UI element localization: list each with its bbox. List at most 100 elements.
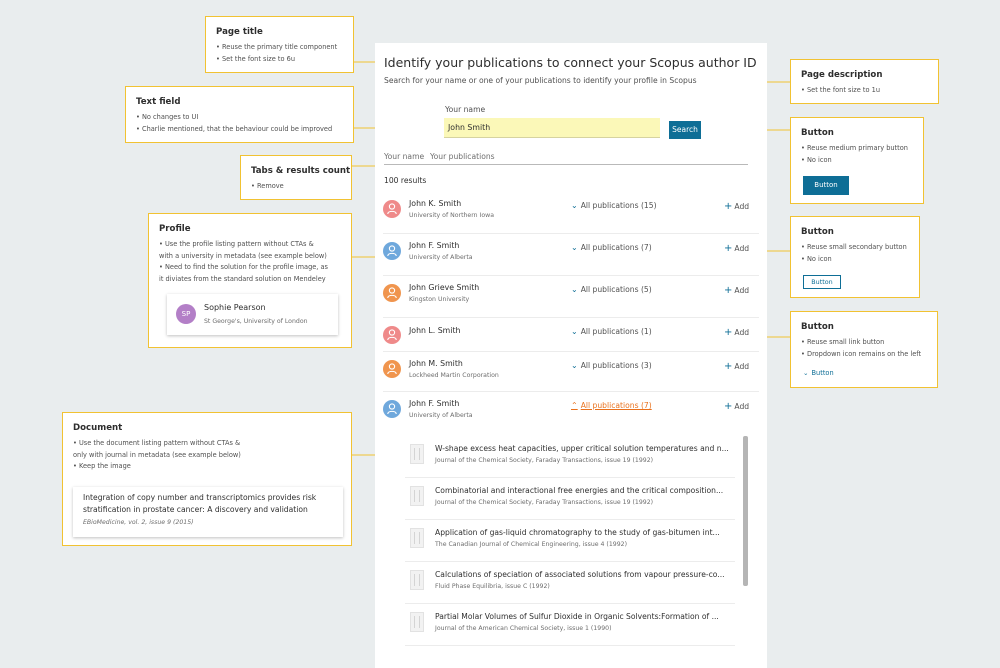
annotation-note: • No icon <box>801 155 832 164</box>
all-publications-label: All publications (5) <box>580 285 652 294</box>
document-title: Partial Molar Volumes of Sulfur Dioxide … <box>435 612 719 621</box>
annotation-note: • Need to find the solution for the prof… <box>159 263 328 271</box>
avatar <box>383 242 401 260</box>
annotation-title: Tabs & results count <box>251 166 351 176</box>
profile-affiliation: Kingston University <box>409 296 470 303</box>
document-thumbnail-icon <box>410 570 424 590</box>
annotation-notes: • Reuse the primary title component • Se… <box>216 42 337 65</box>
annotation-button-secondary: Button • Reuse small secondary button • … <box>790 216 920 298</box>
user-icon <box>387 245 397 257</box>
avatar <box>383 326 401 344</box>
profile-name[interactable]: John M. Smith <box>409 359 463 368</box>
annotation-note: • Reuse small link button <box>801 338 885 346</box>
search-button[interactable]: Search <box>669 121 701 139</box>
profile-name[interactable]: John F. Smith <box>409 241 459 250</box>
document-item[interactable]: Application of gas-liquid chromatography… <box>405 520 741 562</box>
tab-your-name[interactable]: Your name <box>384 152 424 161</box>
plus-icon: + <box>724 327 733 338</box>
annotation-note: with a university in metadata (see examp… <box>159 251 327 260</box>
annotation-title: Button <box>801 322 834 332</box>
profile-name[interactable]: John K. Smith <box>409 199 461 208</box>
avatar <box>383 360 401 378</box>
all-publications-label: All publications (15) <box>580 201 657 210</box>
example-document-source: EBioMedicine, vol. 2, issue 9 (2015) <box>83 519 194 526</box>
publication-list: W-shape excess heat capacities, upper cr… <box>405 436 750 668</box>
add-label: Add <box>734 362 750 371</box>
add-label: Add <box>734 328 750 337</box>
user-icon <box>387 363 397 375</box>
profile-name[interactable]: John F. Smith <box>409 399 459 408</box>
add-label: Add <box>734 286 750 295</box>
name-input[interactable]: John Smith <box>444 118 660 138</box>
document-title: Combinatorial and interactional free ene… <box>435 486 724 495</box>
all-publications-button[interactable]: ⌄ All publications (1) <box>571 327 652 336</box>
add-button[interactable]: + Add <box>724 201 749 212</box>
document-thumbnail-icon <box>410 486 424 506</box>
chevron-down-icon: ⌄ <box>803 369 809 377</box>
annotation-notes: • Use the profile listing pattern withou… <box>159 239 328 285</box>
avatar: SP <box>176 304 196 324</box>
add-button[interactable]: + Add <box>724 361 749 372</box>
annotation-note: • Reuse medium primary button <box>801 144 908 152</box>
all-publications-label: All publications (3) <box>580 361 652 370</box>
document-thumbnail-icon <box>410 612 424 632</box>
profile-row: John F. Smith University of Alberta ⌄ All… <box>375 232 767 274</box>
annotation-page-title: Page title • Reuse the primary title com… <box>205 16 354 73</box>
all-publications-label: All publications (7) <box>580 243 652 252</box>
add-button[interactable]: + Add <box>724 327 749 338</box>
annotation-note: • Remove <box>251 182 284 190</box>
document-item[interactable]: Partial Molar Volumes of Sulfur Dioxide … <box>405 604 741 646</box>
annotation-document: Document • Use the document listing patt… <box>62 412 352 546</box>
page-title: Identify your publications to connect yo… <box>384 55 757 70</box>
tab-your-publications[interactable]: Your publications <box>430 152 495 161</box>
annotation-note: • Dropdown icon remains on the left <box>801 349 922 358</box>
all-publications-button[interactable]: ⌄ All publications (7) <box>571 243 652 252</box>
chevron-down-icon: ⌄ <box>571 327 578 336</box>
profile-affiliation: University of Alberta <box>409 412 473 419</box>
annotation-notes: • Set the font size to 1u <box>801 85 880 97</box>
chevron-down-icon: ⌄ <box>571 201 578 210</box>
annotation-notes: • Reuse small secondary button • No icon <box>801 242 907 265</box>
annotation-note: • Reuse the primary title component <box>216 43 338 51</box>
add-button[interactable]: + Add <box>724 401 749 412</box>
annotation-notes: • Reuse medium primary button • No icon <box>801 143 908 166</box>
add-button[interactable]: + Add <box>724 243 749 254</box>
avatar <box>383 284 401 302</box>
publication-list-scrollbar[interactable] <box>743 436 748 586</box>
annotation-title: Button <box>801 227 834 237</box>
annotation-note: • No icon <box>801 254 832 263</box>
annotation-note: • Use the document listing pattern witho… <box>73 439 241 447</box>
avatar <box>383 400 401 418</box>
annotation-button-link: Button • Reuse small link button • Dropd… <box>790 311 938 388</box>
plus-icon: + <box>724 361 733 372</box>
add-button[interactable]: + Add <box>724 285 749 296</box>
profile-name[interactable]: John Grieve Smith <box>409 283 479 292</box>
document-item[interactable]: W-shape excess heat capacities, upper cr… <box>405 436 741 478</box>
document-item[interactable]: Combinatorial and interactional free ene… <box>405 478 741 520</box>
profile-affiliation: University of Alberta <box>409 254 473 261</box>
all-publications-button[interactable]: ⌄ All publications (5) <box>571 285 652 294</box>
example-document-title: Integration of copy number and transcrip… <box>83 493 317 502</box>
document-title: Calculations of speciation of associated… <box>435 570 725 579</box>
all-publications-button[interactable]: ⌃ All publications (7) <box>571 401 652 410</box>
all-publications-button[interactable]: ⌄ All publications (15) <box>571 201 657 210</box>
add-label: Add <box>734 244 750 253</box>
annotation-button-primary: Button • Reuse medium primary button • N… <box>790 117 924 204</box>
annotation-title: Text field <box>136 97 181 107</box>
annotation-profile: Profile • Use the profile listing patter… <box>148 213 352 348</box>
add-label: Add <box>734 202 750 211</box>
annotation-note: only with journal in metadata (see examp… <box>73 450 241 459</box>
example-secondary-button: Button <box>803 275 841 289</box>
document-item[interactable]: Calculations of speciation of associated… <box>405 562 741 604</box>
tabs-divider <box>384 164 748 165</box>
profile-row: John M. Smith Lockheed Martin Corporatio… <box>375 350 767 392</box>
user-icon <box>387 203 397 215</box>
profile-name[interactable]: John L. Smith <box>409 326 460 335</box>
plus-icon: + <box>724 401 733 412</box>
all-publications-button[interactable]: ⌄ All publications (3) <box>571 361 652 370</box>
annotation-note: • No changes to UI <box>136 113 199 121</box>
annotation-notes: • Reuse small link button • Dropdown ico… <box>801 337 921 360</box>
document-thumbnail-icon <box>410 528 424 548</box>
avatar <box>383 200 401 218</box>
document-source: Fluid Phase Equilibria, issue C (1992) <box>435 583 550 590</box>
